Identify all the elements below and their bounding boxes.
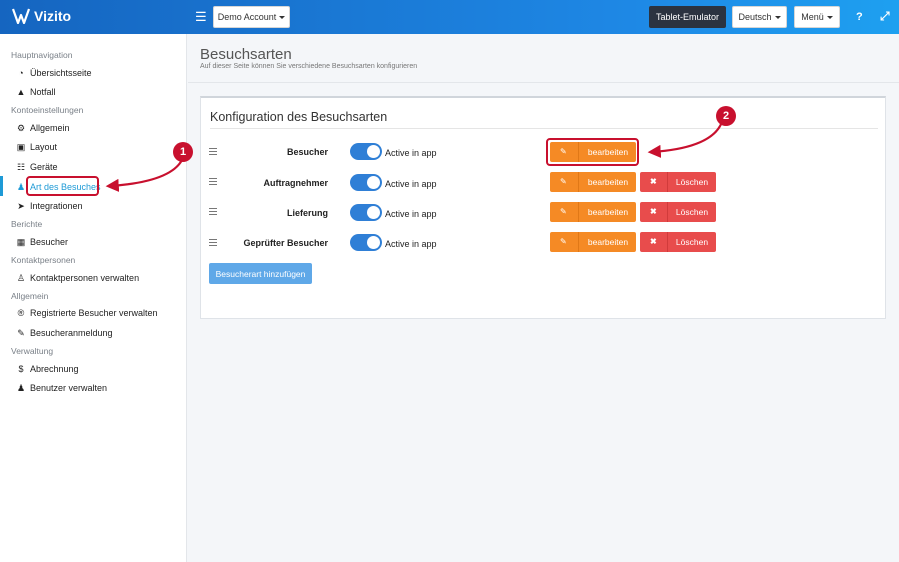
annotation-arrows (105, 121, 724, 192)
annotation-arrow-1 (105, 159, 183, 192)
annotation-badge-1: 1 (173, 142, 193, 162)
annotation-arrow-2 (647, 121, 724, 158)
annotation-badge-2: 2 (716, 106, 736, 126)
